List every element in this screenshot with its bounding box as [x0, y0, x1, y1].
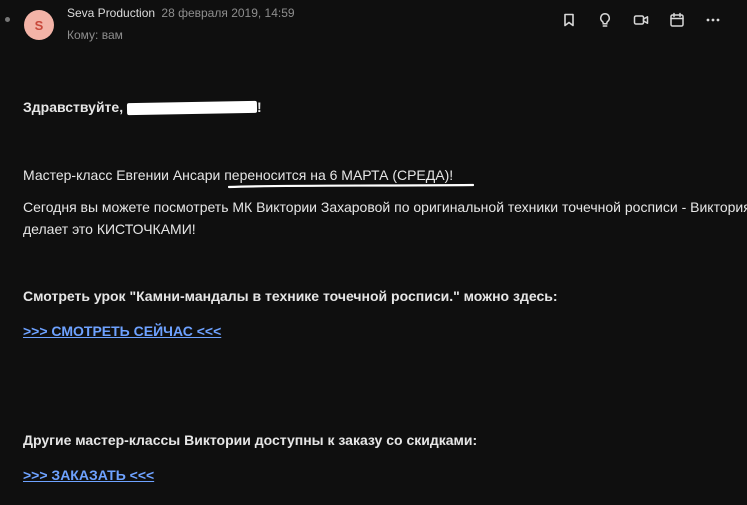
- avatar-letter: S: [34, 17, 44, 33]
- redacted-name: [126, 101, 258, 116]
- today-notice: Сегодня вы можете посмотреть МК Виктории…: [23, 199, 747, 237]
- sender-line: Seva Production 28 февраля 2019, 14:59: [67, 6, 295, 20]
- recipient-line[interactable]: Кому: вам: [67, 28, 123, 42]
- lightbulb-icon: [600, 13, 610, 27]
- more-icon: [706, 18, 720, 22]
- email-view: S Seva Production 28 февраля 2019, 14:59…: [0, 0, 747, 505]
- calendar-button[interactable]: [667, 10, 687, 30]
- greeting-text: Здравствуйте,: [23, 99, 124, 115]
- message-body: Здравствуйте, ! Мастер-класс Евгении Анс…: [23, 96, 747, 486]
- watch-heading: Смотреть урок "Камни-мандалы в технике т…: [23, 288, 558, 304]
- reschedule-highlight: переносится на 6 МАРТА (СРЕДА)!: [224, 167, 454, 183]
- watch-now-link[interactable]: >>> СМОТРЕТЬ СЕЙЧАС <<<: [23, 320, 221, 342]
- handwritten-underline: [228, 183, 474, 189]
- reschedule-text: Мастер-класс Евгении Ансари: [23, 167, 225, 183]
- message-toolbar: [559, 10, 747, 30]
- order-link[interactable]: >>> ЗАКАЗАТЬ <<<: [23, 464, 154, 486]
- order-heading: Другие мастер-классы Виктории доступны к…: [23, 432, 478, 448]
- calendar-icon: [670, 12, 684, 27]
- bookmark-button[interactable]: [559, 10, 579, 30]
- unread-indicator[interactable]: [5, 17, 10, 22]
- sender-avatar[interactable]: S: [24, 10, 54, 40]
- video-icon: [633, 15, 649, 25]
- bookmark-icon: [564, 13, 574, 27]
- sender-name[interactable]: Seva Production: [67, 6, 155, 20]
- video-call-button[interactable]: [631, 10, 651, 30]
- lightbulb-button[interactable]: [595, 10, 615, 30]
- reschedule-notice: Мастер-класс Евгении Ансари переносится …: [23, 164, 738, 189]
- greeting-exclamation: !: [256, 99, 262, 115]
- greeting: Здравствуйте, !: [23, 96, 738, 118]
- more-button[interactable]: [703, 10, 723, 30]
- sent-date: 28 февраля 2019, 14:59: [161, 6, 295, 20]
